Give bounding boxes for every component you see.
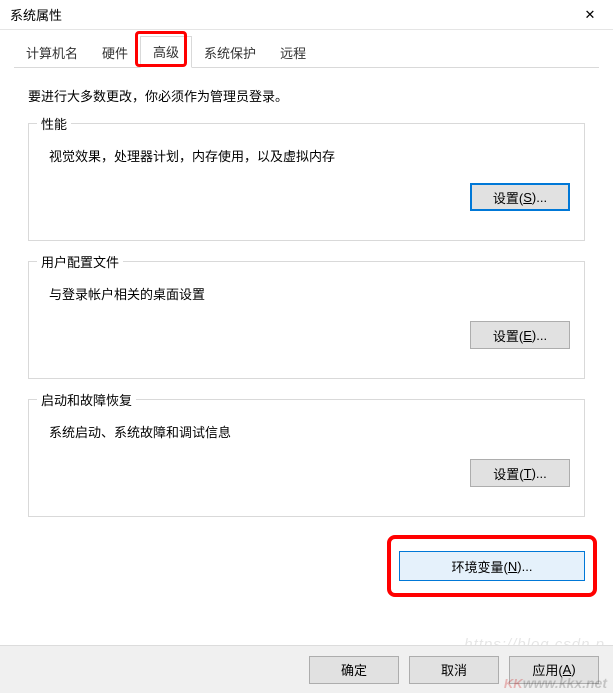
cancel-button[interactable]: 取消 — [409, 656, 499, 684]
tab-label: 系统保护 — [204, 46, 256, 61]
tab-label: 远程 — [280, 46, 306, 61]
tab-strip: 计算机名 硬件 高级 系统保护 远程 — [0, 30, 613, 68]
group-userprofile-legend: 用户配置文件 — [37, 252, 123, 271]
group-userprofile: 用户配置文件 与登录帐户相关的桌面设置 设置(E)... — [28, 261, 585, 379]
group-performance: 性能 视觉效果，处理器计划，内存使用，以及虚拟内存 设置(S)... — [28, 123, 585, 241]
startup-settings-button[interactable]: 设置(T)... — [470, 459, 570, 487]
group-startup-desc: 系统启动、系统故障和调试信息 — [49, 422, 570, 441]
titlebar: 系统属性 ✕ — [0, 0, 613, 30]
group-startup-legend: 启动和故障恢复 — [37, 390, 136, 409]
ok-button[interactable]: 确定 — [309, 656, 399, 684]
tab-remote[interactable]: 远程 — [268, 38, 318, 68]
environment-variables-button[interactable]: 环境变量(N)... — [399, 551, 585, 581]
group-performance-legend: 性能 — [37, 114, 71, 133]
tab-advanced[interactable]: 高级 — [140, 36, 192, 68]
tab-label: 硬件 — [102, 46, 128, 61]
close-icon: ✕ — [585, 7, 596, 23]
tab-computer-name[interactable]: 计算机名 — [14, 38, 90, 68]
window-title: 系统属性 — [10, 5, 62, 24]
group-performance-desc: 视觉效果，处理器计划，内存使用，以及虚拟内存 — [49, 146, 570, 165]
close-button[interactable]: ✕ — [567, 0, 613, 30]
group-userprofile-desc: 与登录帐户相关的桌面设置 — [49, 284, 570, 303]
performance-settings-button[interactable]: 设置(S)... — [470, 183, 570, 211]
tab-hardware[interactable]: 硬件 — [90, 38, 140, 68]
dialog-footer: 确定 取消 应用(A) KKwww.kkx.net — [0, 645, 613, 693]
tab-label: 高级 — [153, 45, 179, 60]
apply-button[interactable]: 应用(A) — [509, 656, 599, 684]
tab-content-advanced: 要进行大多数更改，你必须作为管理员登录。 性能 视觉效果，处理器计划，内存使用，… — [0, 68, 613, 547]
intro-text: 要进行大多数更改，你必须作为管理员登录。 — [28, 86, 585, 105]
group-startup: 启动和故障恢复 系统启动、系统故障和调试信息 设置(T)... — [28, 399, 585, 517]
tab-label: 计算机名 — [26, 46, 78, 61]
envvar-row: 环境变量(N)... — [0, 551, 613, 581]
userprofile-settings-button[interactable]: 设置(E)... — [470, 321, 570, 349]
tab-system-protection[interactable]: 系统保护 — [192, 38, 268, 68]
